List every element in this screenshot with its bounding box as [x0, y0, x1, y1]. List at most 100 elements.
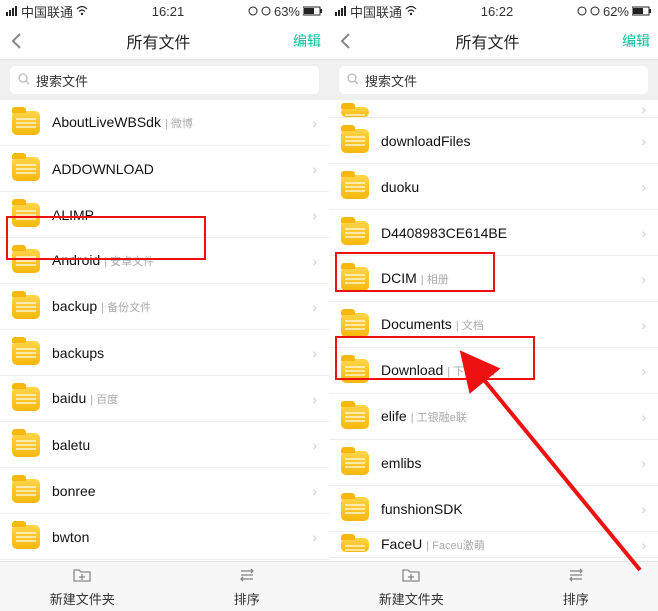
chevron-right-icon: ›: [312, 391, 317, 407]
folder-name: bwton: [52, 529, 89, 545]
alarm-icon: [248, 6, 258, 16]
new-folder-label: 新建文件夹: [50, 589, 115, 608]
folder-row[interactable]: baletu›: [0, 422, 329, 468]
folder-icon: [341, 129, 369, 153]
battery-icon: [303, 6, 323, 16]
folder-row[interactable]: duoku›: [329, 164, 658, 210]
new-folder-icon: [72, 566, 92, 587]
folder-name: D4408983CE614BE: [381, 225, 507, 241]
chevron-right-icon: ›: [312, 115, 317, 131]
folder-row[interactable]: ADDOWNLOAD›: [0, 146, 329, 192]
folder-row[interactable]: downloadFiles›: [329, 118, 658, 164]
folder-sub: | 文档: [456, 317, 484, 333]
search-input[interactable]: 搜索文件: [10, 66, 319, 94]
folder-name: elife: [381, 408, 407, 424]
folder-icon: [12, 341, 40, 365]
page-title: 所有文件: [353, 29, 622, 53]
folder-row[interactable]: backup| 备份文件›: [0, 284, 329, 330]
sort-label: 排序: [563, 589, 589, 608]
folder-name: duoku: [381, 179, 419, 195]
search-placeholder: 搜索文件: [36, 71, 88, 90]
folder-icon: [341, 313, 369, 337]
folder-sub: | 相册: [421, 271, 449, 287]
chevron-right-icon: ›: [641, 271, 646, 287]
folder-row-partial[interactable]: ›: [329, 100, 658, 118]
chevron-right-icon: ›: [641, 409, 646, 425]
folder-row[interactable]: ALIMP›: [0, 192, 329, 238]
folder-icon: [12, 387, 40, 411]
folder-row[interactable]: DCIM| 相册 ›: [329, 256, 658, 302]
signal-icon: [6, 6, 18, 16]
folder-icon: [341, 359, 369, 383]
file-list[interactable]: › downloadFiles› duoku› D4408983CE614BE›…: [329, 100, 658, 561]
folder-row[interactable]: Android| 安卓文件›: [0, 238, 329, 284]
search-bar-wrap: 搜索文件: [329, 60, 658, 100]
folder-row[interactable]: Download| 下载文件›: [329, 348, 658, 394]
sort-icon: [566, 566, 586, 587]
new-folder-button[interactable]: 新建文件夹: [0, 562, 165, 611]
battery-pct: 63%: [274, 4, 300, 19]
chevron-right-icon: ›: [312, 207, 317, 223]
edit-button[interactable]: 编辑: [293, 31, 321, 51]
folder-icon: [341, 107, 369, 117]
folder-icon: [12, 295, 40, 319]
folder-name: FaceU: [381, 536, 422, 552]
battery-icon: [632, 6, 652, 16]
search-input[interactable]: 搜索文件: [339, 66, 648, 94]
folder-name: AboutLiveWBSdk: [52, 114, 161, 130]
search-icon: [18, 73, 30, 88]
folder-row[interactable]: emlibs›: [329, 440, 658, 486]
folder-name: baidu: [52, 390, 86, 406]
folder-row[interactable]: bwton›: [0, 514, 329, 560]
screenshot-pair: 中国联通 16:21 63% 所有文件 编辑 搜索文件 About: [0, 0, 658, 611]
folder-icon: [341, 267, 369, 291]
new-folder-icon: [401, 566, 421, 587]
search-bar-wrap: 搜索文件: [0, 60, 329, 100]
folder-name: bonree: [52, 483, 96, 499]
sort-button[interactable]: 排序: [165, 562, 330, 611]
folder-icon: [341, 405, 369, 429]
folder-row[interactable]: elife| 工银融e联›: [329, 394, 658, 440]
chevron-right-icon: ›: [312, 483, 317, 499]
folder-icon: [341, 451, 369, 475]
folder-sub: | 百度: [90, 391, 118, 407]
folder-sub: | 下载文件: [447, 363, 497, 379]
chevron-right-icon: ›: [641, 225, 646, 241]
folder-row[interactable]: AboutLiveWBSdk| 微博›: [0, 100, 329, 146]
folder-row[interactable]: FaceU| Faceu激萌 ›: [329, 532, 658, 558]
back-button[interactable]: [337, 32, 353, 50]
folder-sub: | Faceu激萌: [426, 537, 485, 553]
folder-row[interactable]: baidu| 百度 ›: [0, 376, 329, 422]
nav-bar: 所有文件 编辑: [329, 22, 658, 60]
edit-button[interactable]: 编辑: [622, 31, 650, 51]
new-folder-button[interactable]: 新建文件夹: [329, 562, 494, 611]
alarm-icon-2: [590, 6, 600, 16]
folder-name: downloadFiles: [381, 133, 471, 149]
folder-icon: [12, 479, 40, 503]
folder-name: backups: [52, 345, 104, 361]
folder-row[interactable]: D4408983CE614BE ›: [329, 210, 658, 256]
sort-button[interactable]: 排序: [494, 562, 658, 611]
phone-left: 中国联通 16:21 63% 所有文件 编辑 搜索文件 About: [0, 0, 329, 611]
chevron-right-icon: ›: [641, 537, 646, 553]
folder-icon: [12, 203, 40, 227]
page-title: 所有文件: [24, 29, 293, 53]
folder-row[interactable]: backups›: [0, 330, 329, 376]
folder-row[interactable]: funshionSDK›: [329, 486, 658, 532]
folder-name: Android: [52, 252, 100, 268]
back-button[interactable]: [8, 32, 24, 50]
folder-row[interactable]: Documents| 文档›: [329, 302, 658, 348]
folder-sub: | 安卓文件: [104, 253, 154, 269]
folder-sub: | 备份文件: [101, 299, 151, 315]
folder-name: DCIM: [381, 270, 417, 286]
folder-icon: [341, 175, 369, 199]
file-list[interactable]: AboutLiveWBSdk| 微博› ADDOWNLOAD› ALIMP› A…: [0, 100, 329, 561]
search-placeholder: 搜索文件: [365, 71, 417, 90]
chevron-right-icon: ›: [641, 455, 646, 471]
folder-icon: [341, 221, 369, 245]
battery-pct: 62%: [603, 4, 629, 19]
status-bar: 中国联通 16:21 63%: [0, 0, 329, 22]
chevron-right-icon: ›: [641, 501, 646, 517]
new-folder-label: 新建文件夹: [379, 589, 444, 608]
folder-row[interactable]: bonree ›: [0, 468, 329, 514]
